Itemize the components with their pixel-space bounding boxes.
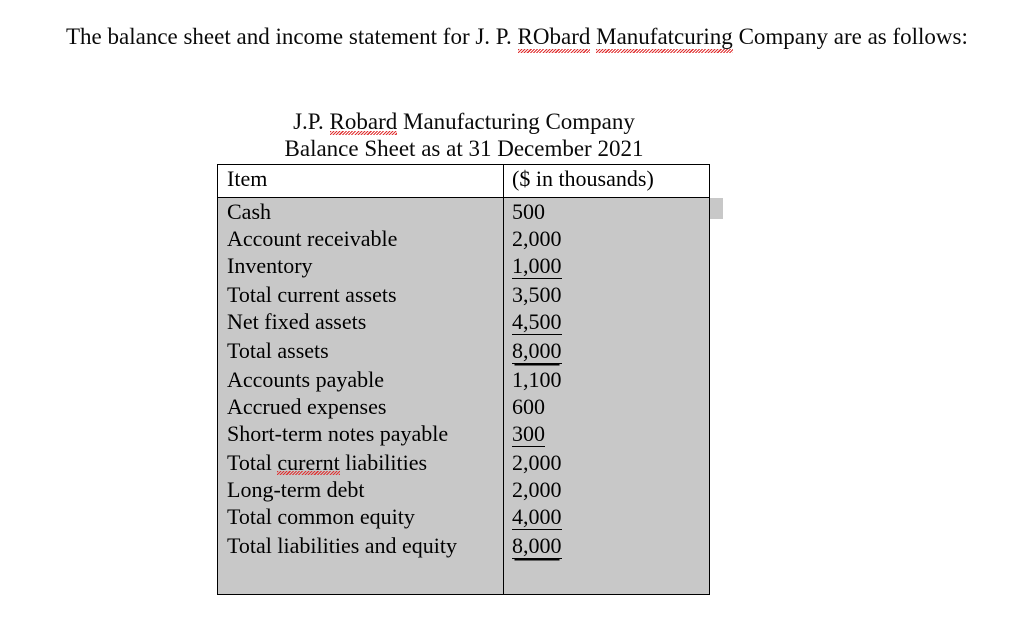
table-row: Total liabilities and equity 8,000 — [217, 532, 710, 561]
table-caption-line-1: J.P. Robard Manufacturing Company — [217, 108, 711, 135]
cell-item-label: Short-term notes payable — [217, 420, 504, 449]
value-text: 1,100 — [512, 367, 562, 392]
intro-text-before: The balance sheet and income statement f… — [66, 24, 518, 49]
table-row: Total assets 8,000 — [217, 337, 710, 366]
cell-item-value: 2,000 — [503, 225, 710, 252]
cell-item-value: 1,000 — [503, 252, 710, 281]
cell-item-label: Inventory — [217, 252, 504, 281]
cell-item-label: Total common equity — [217, 503, 504, 532]
filler-cell-value — [503, 561, 710, 595]
cell-item-label: Account receivable — [217, 225, 504, 252]
item-text-suffix: liabilities — [339, 450, 428, 475]
value-text: 2,000 — [512, 477, 562, 502]
filler-cell-item — [217, 561, 504, 595]
table-body: Cash 500 Account receivable 2,000 Inventory 1… — [217, 197, 710, 595]
misspelled-word-curernt: curernt — [277, 450, 341, 475]
value-text: 2,000 — [512, 226, 562, 251]
table-row: Net fixed assets 4,500 — [217, 308, 710, 337]
cell-item-value: 2,000 — [503, 476, 710, 503]
value-text: 300 — [512, 421, 545, 447]
table-row: Accrued expenses 600 — [217, 393, 710, 420]
table-row: Long-term debt 2,000 — [217, 476, 710, 503]
table-row: Accounts payable 1,100 — [217, 366, 710, 393]
cell-item-value: 4,000 — [503, 503, 710, 532]
cell-item-value: 500 — [503, 197, 710, 225]
caption-company-suffix: Manufacturing Company — [397, 109, 635, 134]
cell-item-label: Accounts payable — [217, 366, 504, 393]
misspelled-word-robard-caption: Robard — [329, 109, 398, 135]
table-row: Total curernt liabilities 2,000 — [217, 449, 710, 476]
cell-item-label: Total liabilities and equity — [217, 532, 504, 561]
table-row: Total current assets 3,500 — [217, 281, 710, 308]
table-row: Total common equity 4,000 — [217, 503, 710, 532]
intro-paragraph: The balance sheet and income statement f… — [66, 22, 974, 53]
cell-item-label: Total assets — [217, 337, 504, 366]
balance-sheet-table: Item ($ in thousands) Cash 500 Account rec… — [217, 164, 710, 595]
value-text: 4,000 — [512, 504, 562, 530]
cell-item-value: 8,000 — [503, 337, 710, 366]
table-row: Account receivable 2,000 — [217, 225, 710, 252]
caption-company-prefix: J.P. — [293, 109, 330, 134]
table-row: Short-term notes payable 300 — [217, 420, 710, 449]
value-text: 3,500 — [512, 282, 562, 307]
value-text: 600 — [512, 394, 545, 419]
cell-item-label: Net fixed assets — [217, 308, 504, 337]
balance-sheet-block: J.P. Robard Manufacturing Company Balanc… — [217, 108, 711, 595]
cell-item-label: Total current assets — [217, 281, 504, 308]
cell-item-value: 3,500 — [503, 281, 710, 308]
cell-item-value: 600 — [503, 393, 710, 420]
cell-item-value: 300 — [503, 420, 710, 449]
table-header-row: Item ($ in thousands) — [217, 164, 710, 198]
cell-item-value: 2,000 — [503, 449, 710, 476]
item-text-prefix: Total — [227, 450, 278, 475]
cell-item-label: Long-term debt — [217, 476, 504, 503]
table-right-edge-marker — [710, 198, 723, 219]
cell-item-label: Total curernt liabilities — [217, 449, 504, 476]
cell-item-label: Accrued expenses — [217, 393, 504, 420]
cell-item-label: Cash — [217, 197, 504, 225]
value-text: 2,000 — [512, 450, 562, 475]
table-filler-row — [217, 561, 710, 595]
value-text: 8,000 — [512, 338, 562, 364]
value-text: 500 — [512, 199, 545, 224]
value-text: 1,000 — [512, 253, 562, 279]
value-text: 8,000 — [512, 533, 562, 559]
misspelled-word-manufatcuring: Manufatcuring — [596, 22, 733, 53]
column-header-value: ($ in thousands) — [503, 164, 710, 198]
table-row: Cash 500 — [217, 197, 710, 225]
cell-item-value: 8,000 — [503, 532, 710, 561]
value-text: 4,500 — [512, 309, 562, 335]
table-caption-line-2: Balance Sheet as at 31 December 2021 — [284, 136, 644, 161]
column-header-item: Item — [217, 164, 504, 198]
intro-text-after: Company are as follows: — [732, 24, 968, 49]
cell-item-value: 4,500 — [503, 308, 710, 337]
cell-item-value: 1,100 — [503, 366, 710, 393]
misspelled-word-robard: RObard — [517, 22, 590, 53]
table-row: Inventory 1,000 — [217, 252, 710, 281]
